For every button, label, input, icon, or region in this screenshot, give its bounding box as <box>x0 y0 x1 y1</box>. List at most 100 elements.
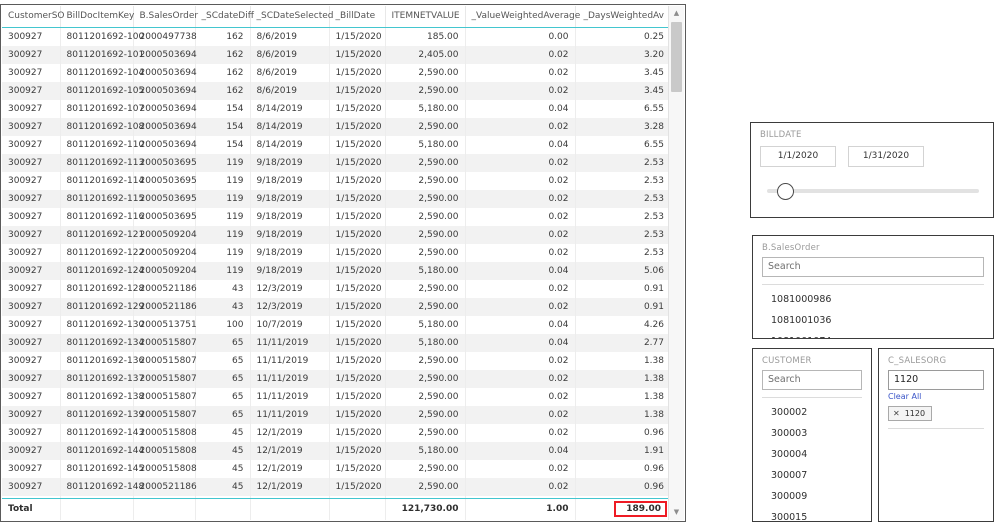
table-cell: 8011201692-144 <box>60 442 144 460</box>
billdate-slider-track[interactable] <box>767 189 979 193</box>
table-cell: 65 <box>195 406 251 424</box>
table-cell: 2000509204 <box>133 262 197 280</box>
table-row[interactable]: 300927 8011201692-143 2000515808 45 12/1/201… <box>2 424 670 442</box>
table-row[interactable]: 300927 8011201692-145 2000515808 45 12/1/201… <box>2 460 670 478</box>
table-cell: 2,590.00 <box>385 424 466 442</box>
table-cell: 1/15/2020 <box>329 460 386 478</box>
slicer-salesorder[interactable]: B.SalesOrder Search 1081000986 1081001036… <box>752 235 994 339</box>
table-row[interactable]: 300927 8011201692-130 2000513751 100 10/7/20… <box>2 316 670 334</box>
column-header-billdocitemkey[interactable]: BillDocItemKey <box>60 6 134 28</box>
table-cell: 2000515807 <box>133 370 197 388</box>
billdate-end-input[interactable]: 1/31/2020 <box>848 146 924 167</box>
table-row[interactable]: 300927 8011201692-108 2000503694 154 8/14/20… <box>2 118 670 136</box>
table-cell: 2000521186 <box>133 280 197 298</box>
table-cell: 1/15/2020 <box>329 370 386 388</box>
table-row[interactable]: 300927 8011201692-104 2000503694 162 8/6/201… <box>2 64 670 82</box>
slicer-customer[interactable]: CUSTOMER Search 300002 300003 300004 300007… <box>752 348 872 522</box>
slicer-salesorg[interactable]: C_SALESORG 1120 Clear All ✕ 1120 <box>878 348 994 522</box>
table-cell: 9/18/2019 <box>250 208 330 226</box>
customer-item[interactable]: 300003 <box>753 423 871 444</box>
table-row[interactable]: 300927 8011201692-110 2000503694 154 8/14/20… <box>2 136 670 154</box>
table-cell: 9/18/2019 <box>250 154 330 172</box>
customer-item[interactable]: 300002 <box>753 402 871 423</box>
salesorder-item[interactable]: 1081001074 <box>753 331 993 338</box>
table-cell: 0.02 <box>465 478 576 496</box>
table-cell: 0.96 <box>575 478 670 496</box>
salesorg-selected-chip[interactable]: ✕ 1120 <box>888 406 933 421</box>
salesorg-search-input[interactable]: 1120 <box>888 370 984 390</box>
salesorg-clear-all-link[interactable]: Clear All <box>879 390 993 401</box>
slicer-billdate[interactable]: BILLDATE 1/1/2020 1/31/2020 <box>750 122 994 218</box>
close-icon[interactable]: ✕ <box>893 409 900 418</box>
column-header-itemnetvalue[interactable]: ITEMNETVALUE <box>385 6 466 28</box>
salesorder-search-input[interactable]: Search <box>762 257 984 277</box>
table-row[interactable]: 300927 8011201692-137 2000515807 65 11/11/20… <box>2 370 670 388</box>
table-row[interactable]: 300927 8011201692-100 2000497738 162 8/6/201… <box>2 27 670 46</box>
table-cell: 1/15/2020 <box>329 172 386 190</box>
column-header-billdate[interactable]: _BillDate <box>329 6 386 28</box>
column-header-scdateselected[interactable]: _SCDateSelected <box>250 6 334 28</box>
table-cell: 8011201692-134 <box>60 334 144 352</box>
table-cell: 2000503695 <box>133 172 197 190</box>
table-cell: 300927 <box>2 424 61 442</box>
billdate-start-input[interactable]: 1/1/2020 <box>760 146 836 167</box>
table-row[interactable]: 300927 8011201692-136 2000515807 65 11/11/20… <box>2 352 670 370</box>
table-scroll-area[interactable]: CustomerSO BillDocItemKey B.SalesOrder _SCd… <box>2 6 670 520</box>
column-header-bsalesorder[interactable]: B.SalesOrder <box>133 6 198 28</box>
scroll-up-icon[interactable]: ▲ <box>669 6 684 21</box>
column-header-scdatediff[interactable]: _SCdateDiff <box>195 6 254 28</box>
table-row[interactable]: 300927 8011201692-139 2000515807 65 11/11/20… <box>2 406 670 424</box>
table-row[interactable]: 300927 8011201692-128 2000521186 43 12/3/201… <box>2 280 670 298</box>
table-cell: 2,590.00 <box>385 460 466 478</box>
total-blank-billdate <box>329 499 386 520</box>
customer-item[interactable]: 300009 <box>753 486 871 507</box>
table-cell: 9/18/2019 <box>250 244 330 262</box>
table-cell: 8011201692-122 <box>60 244 144 262</box>
table-cell: 2000503695 <box>133 190 197 208</box>
column-header-customerso[interactable]: CustomerSO <box>2 6 65 28</box>
salesorg-chip-label: 1120 <box>904 409 926 418</box>
table-row[interactable]: 300927 8011201692-115 2000503695 119 9/18/20… <box>2 190 670 208</box>
table-vertical-scrollbar[interactable]: ▲ ▼ <box>668 6 684 520</box>
salesorder-item[interactable]: 1081000986 <box>753 289 993 310</box>
table-cell: 2,405.00 <box>385 46 466 64</box>
table-row[interactable]: 300927 8011201692-124 2000509204 119 9/18/20… <box>2 262 670 280</box>
table-row[interactable]: 300927 8011201692-144 2000515808 45 12/1/201… <box>2 442 670 460</box>
table-row[interactable]: 300927 8011201692-148 2000521186 45 12/1/201… <box>2 478 670 496</box>
billdate-slider[interactable] <box>767 183 979 200</box>
column-header-valueweightedaverage[interactable]: _ValueWeightedAverage <box>465 6 580 28</box>
table-cell: 0.04 <box>465 442 576 460</box>
table-row[interactable]: 300927 8011201692-113 2000503695 119 9/18/20… <box>2 154 670 172</box>
table-cell: 2000515807 <box>133 406 197 424</box>
table-row[interactable]: 300927 8011201692-101 2000503694 162 8/6/201… <box>2 46 670 64</box>
total-row: Total 121,730.00 1.00 189.00 <box>2 499 670 520</box>
customer-item[interactable]: 300015 <box>753 507 871 521</box>
billdate-range-inputs: 1/1/2020 1/31/2020 <box>751 144 993 167</box>
table-row[interactable]: 300927 8011201692-138 2000515807 65 11/11/20… <box>2 388 670 406</box>
slicer-customer-title: CUSTOMER <box>762 356 812 366</box>
column-header-daysweightedav[interactable]: _DaysWeightedAv <box>575 6 670 28</box>
scrollbar-thumb[interactable] <box>671 22 682 92</box>
table-row[interactable]: 300927 8011201692-129 2000521186 43 12/3/201… <box>2 298 670 316</box>
table-row[interactable]: 300927 8011201692-121 2000509204 119 9/18/20… <box>2 226 670 244</box>
table-cell: 300927 <box>2 172 61 190</box>
table-cell: 0.02 <box>465 82 576 100</box>
table-cell: 0.02 <box>465 190 576 208</box>
table-cell: 154 <box>195 136 251 154</box>
customer-item[interactable]: 300004 <box>753 444 871 465</box>
table-row[interactable]: 300927 8011201692-114 2000503695 119 9/18/20… <box>2 172 670 190</box>
scroll-down-icon[interactable]: ▼ <box>669 505 684 520</box>
salesorder-item[interactable]: 1081001036 <box>753 310 993 331</box>
billdate-slider-handle[interactable] <box>777 183 794 200</box>
table-row[interactable]: 300927 8011201692-122 2000509204 119 9/18/20… <box>2 244 670 262</box>
customer-search-input[interactable]: Search <box>762 370 862 390</box>
table-cell: 2,590.00 <box>385 208 466 226</box>
table-cell: 3.45 <box>575 82 670 100</box>
table-row[interactable]: 300927 8011201692-107 2000503694 154 8/14/20… <box>2 100 670 118</box>
table-row[interactable]: 300927 8011201692-134 2000515807 65 11/11/20… <box>2 334 670 352</box>
customer-item[interactable]: 300007 <box>753 465 871 486</box>
table-row[interactable]: 300927 8011201692-105 2000503694 162 8/6/201… <box>2 82 670 100</box>
table-cell: 5,180.00 <box>385 334 466 352</box>
table-cell: 2000515808 <box>133 460 197 478</box>
table-row[interactable]: 300927 8011201692-116 2000503695 119 9/18/20… <box>2 208 670 226</box>
